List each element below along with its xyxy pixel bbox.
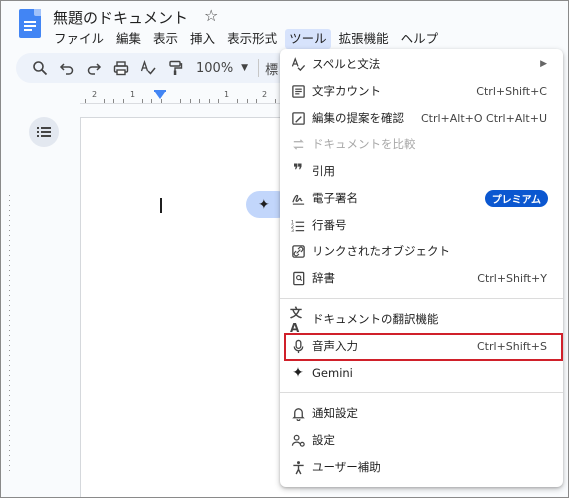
print-icon[interactable] <box>109 56 133 80</box>
sparkle-icon: ✦ <box>292 365 304 381</box>
menu-item-label: Gemini <box>312 366 353 380</box>
menu-item-gemini[interactable]: ✦ Gemini <box>280 360 563 386</box>
voice-typing-highlight-box <box>284 333 563 361</box>
menu-item-esignature[interactable]: 電子署名 プレミアム <box>280 185 563 211</box>
menu-item-shortcut: Ctrl+Shift+C <box>476 84 547 98</box>
document-page[interactable] <box>80 117 300 498</box>
menu-item-shortcut: Ctrl+Alt+O Ctrl+Alt+U <box>420 111 547 125</box>
menu-file[interactable]: ファイル <box>53 29 105 49</box>
menu-item-preferences[interactable]: 設定 <box>280 427 563 453</box>
menu-item-notification-settings[interactable]: 通知設定 <box>280 400 563 426</box>
text-cursor <box>160 198 162 213</box>
menu-item-label: ユーザー補助 <box>312 460 381 474</box>
ruler-number: 1 <box>130 90 136 99</box>
redo-icon[interactable] <box>82 56 106 80</box>
menu-item-label: ドキュメントを比較 <box>312 137 416 151</box>
ruler-number: 1 <box>224 90 230 99</box>
chevron-down-icon: ▼ <box>241 63 249 73</box>
menu-item-shortcut: Ctrl+Shift+Y <box>477 271 547 285</box>
menu-item-word-count[interactable]: 文字カウント Ctrl+Shift+C <box>280 78 563 104</box>
menu-item-linked-objects[interactable]: リンクされたオブジェクト <box>280 238 563 264</box>
outline-list-icon <box>37 127 51 137</box>
horizontal-ruler[interactable]: 2 1 1 2 <box>80 90 290 104</box>
menu-item-review-suggestions[interactable]: 編集の提案を確認 Ctrl+Alt+O Ctrl+Alt+U <box>280 105 563 131</box>
menu-item-spelling-grammar[interactable]: スペルと文法 ▶ <box>280 51 563 77</box>
menu-help[interactable]: ヘルプ <box>400 29 440 49</box>
toolbar-divider <box>258 59 260 77</box>
menu-item-label: 電子署名 <box>312 191 358 205</box>
linked-objects-icon <box>290 243 306 259</box>
preferences-icon <box>290 432 306 448</box>
menu-item-accessibility[interactable]: ユーザー補助 <box>280 454 563 480</box>
svg-text:3: 3 <box>291 228 294 233</box>
compare-icon <box>290 136 306 152</box>
indent-marker-icon[interactable] <box>155 92 165 99</box>
paragraph-style-select[interactable]: 標 <box>265 59 278 78</box>
star-icon[interactable]: ☆ <box>204 6 218 25</box>
menu-view[interactable]: 表示 <box>152 29 179 49</box>
menu-item-label: ドキュメントの翻訳機能 <box>312 312 439 326</box>
menu-format[interactable]: 表示形式 <box>226 29 278 49</box>
menu-divider <box>280 392 563 393</box>
zoom-value: 100% <box>196 60 234 76</box>
spellcheck-icon <box>290 56 306 72</box>
quote-icon: ❞ <box>293 161 303 181</box>
menubar: ファイル 編集 表示 挿入 表示形式 ツール 拡張機能 ヘルプ <box>53 29 449 49</box>
docs-logo-icon[interactable] <box>19 9 41 38</box>
menu-tools[interactable]: ツール <box>285 29 331 49</box>
menu-insert[interactable]: 挿入 <box>189 29 216 49</box>
submenu-arrow-icon: ▶ <box>540 59 547 69</box>
menu-item-label: リンクされたオブジェクト <box>312 244 450 258</box>
menu-item-label: 行番号 <box>312 218 347 232</box>
menu-item-compare-documents: ドキュメントを比較 <box>280 131 563 157</box>
undo-icon[interactable] <box>55 56 79 80</box>
sparkle-icon: ✦ <box>258 196 270 213</box>
premium-badge: プレミアム <box>484 189 548 207</box>
ruler-number: 2 <box>262 90 268 99</box>
toolbar: 100% ▼ 標 <box>16 53 316 83</box>
document-title[interactable]: 無題のドキュメント <box>53 7 188 28</box>
menu-item-label: スペルと文法 <box>312 57 381 71</box>
paint-format-icon[interactable] <box>163 56 187 80</box>
menu-item-label: 辞書 <box>312 271 335 285</box>
word-count-icon <box>290 83 306 99</box>
signature-icon <box>290 190 306 206</box>
menu-divider <box>280 298 563 299</box>
menu-item-dictionary[interactable]: 辞書 Ctrl+Shift+Y <box>280 265 563 291</box>
review-suggestions-icon <box>290 110 306 126</box>
zoom-select[interactable]: 100% ▼ <box>196 61 248 76</box>
search-menus-icon[interactable] <box>28 56 52 80</box>
menu-edit[interactable]: 編集 <box>115 29 142 49</box>
menu-item-citations[interactable]: ❞ 引用 <box>280 158 563 184</box>
menu-item-label: 編集の提案を確認 <box>312 111 404 125</box>
vertical-ruler <box>9 195 10 475</box>
document-outline-button[interactable] <box>29 117 59 147</box>
menu-item-label: 設定 <box>312 433 335 447</box>
line-numbers-icon: 123 <box>290 217 306 233</box>
ruler-number: 2 <box>92 90 98 99</box>
spellcheck-toolbar-icon[interactable] <box>136 56 160 80</box>
menu-item-translate-document[interactable]: 文A ドキュメントの翻訳機能 <box>280 305 563 335</box>
tools-menu: スペルと文法 ▶ 文字カウント Ctrl+Shift+C 編集の提案を確認 Ct… <box>280 49 563 487</box>
accessibility-icon <box>290 459 306 475</box>
menu-item-label: 文字カウント <box>312 84 381 98</box>
menu-extensions[interactable]: 拡張機能 <box>338 29 390 49</box>
dictionary-icon <box>290 270 306 286</box>
menu-item-label: 通知設定 <box>312 406 358 420</box>
bell-icon <box>290 405 306 421</box>
menu-item-label: 引用 <box>312 164 335 178</box>
translate-icon: 文A <box>290 305 303 335</box>
menu-item-line-numbers[interactable]: 123 行番号 <box>280 212 563 238</box>
